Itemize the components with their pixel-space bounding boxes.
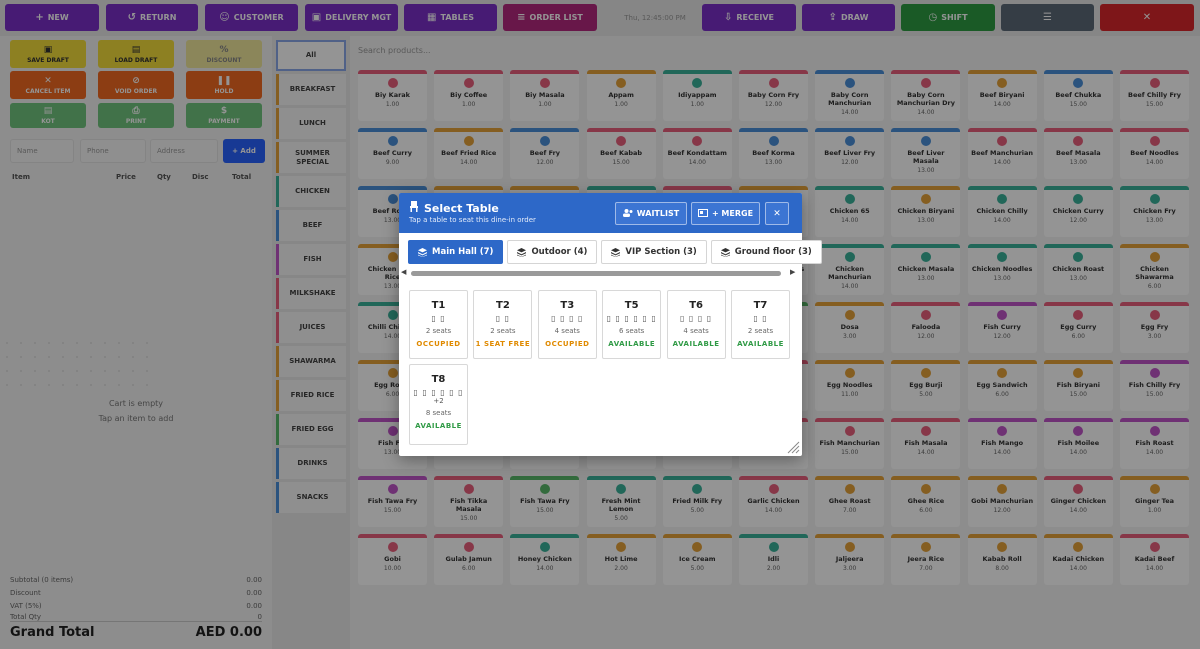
floor-tabs: Main Hall (7) Outdoor (4) VIP Section (3) G… xyxy=(408,240,822,264)
modal-subtitle: Tap a table to seat this dine-in order xyxy=(409,216,536,224)
table-card[interactable]: T8 ▯ ▯ ▯ ▯ ▯ ▯ +2 8 seats AVAILABLE xyxy=(409,364,468,445)
table-name: T8 xyxy=(431,374,446,385)
table-name: T2 xyxy=(496,300,510,311)
table-status: AVAILABLE xyxy=(672,340,720,348)
merge-icon xyxy=(697,208,708,219)
table-name: T7 xyxy=(753,300,768,311)
scroll-right-icon[interactable]: ▶ xyxy=(790,268,795,276)
floor-tab[interactable]: VIP Section (3) xyxy=(601,240,707,264)
seat-icons: ▯ ▯ ▯ ▯ ▯ ▯ xyxy=(606,314,657,323)
floor-tab[interactable]: Main Hall (7) xyxy=(408,240,504,264)
table-card[interactable]: T5 ▯ ▯ ▯ ▯ ▯ ▯ 6 seats AVAILABLE xyxy=(602,290,662,359)
seat-count: 4 seats xyxy=(554,327,580,335)
table-card[interactable]: T1 ▯ ▯ 2 seats OCCUPIED xyxy=(409,290,468,359)
layers-icon xyxy=(611,247,621,257)
seat-count: 2 seats xyxy=(747,327,774,335)
extra-seats-badge: +2 xyxy=(433,397,444,405)
seat-icons: ▯ ▯ xyxy=(495,314,511,323)
scroll-thumb[interactable] xyxy=(411,271,781,276)
seat-icons: ▯ ▯ ▯ ▯ xyxy=(679,314,713,323)
seat-count: 8 seats xyxy=(425,409,452,417)
seat-count: 6 seats xyxy=(619,327,645,335)
resize-handle-icon[interactable] xyxy=(786,440,800,454)
table-name: T5 xyxy=(624,300,639,311)
seat-count: 4 seats xyxy=(683,327,709,335)
table-status: AVAILABLE xyxy=(737,340,784,348)
table-status: AVAILABLE xyxy=(608,340,656,348)
waitlist-button[interactable]: WAITLIST xyxy=(615,202,687,225)
table-card[interactable]: T7 ▯ ▯ 2 seats AVAILABLE xyxy=(731,290,790,359)
tabs-scrollbar[interactable]: ◀ ▶ xyxy=(401,268,799,280)
select-table-modal: Select Table Tap a table to seat this di… xyxy=(399,193,822,456)
table-status: 1 SEAT FREE xyxy=(475,340,531,348)
seat-count: 2 seats xyxy=(425,327,452,335)
seat-icons: ▯ ▯ xyxy=(753,314,768,323)
modal-title: Select Table xyxy=(424,201,499,215)
table-name: T3 xyxy=(560,300,575,311)
layers-icon xyxy=(517,247,527,257)
scroll-left-icon[interactable]: ◀ xyxy=(401,268,406,276)
users-icon xyxy=(622,208,633,219)
chair-icon xyxy=(409,201,419,215)
floor-tab[interactable]: Ground floor (3) xyxy=(710,240,822,264)
table-status: OCCUPIED xyxy=(545,340,590,348)
layers-icon xyxy=(418,247,427,257)
floor-tab[interactable]: Outdoor (4) xyxy=(507,240,598,264)
table-name: T6 xyxy=(689,300,703,311)
close-icon: ✕ xyxy=(773,208,781,219)
seat-icons: ▯ ▯ xyxy=(431,314,446,323)
modal-header: Select Table Tap a table to seat this di… xyxy=(399,193,802,233)
seat-icons: ▯ ▯ ▯ ▯ ▯ ▯ xyxy=(413,388,464,397)
merge-button[interactable]: + MERGE xyxy=(691,202,760,225)
table-card[interactable]: T6 ▯ ▯ ▯ ▯ 4 seats AVAILABLE xyxy=(666,290,726,359)
table-card[interactable]: T3 ▯ ▯ ▯ ▯ 4 seats OCCUPIED xyxy=(537,290,597,359)
table-card[interactable]: T2 ▯ ▯ 2 seats 1 SEAT FREE xyxy=(473,290,533,359)
table-status: OCCUPIED xyxy=(416,340,461,348)
seat-count: 2 seats xyxy=(490,327,516,335)
table-name: T1 xyxy=(431,300,446,311)
close-modal-button[interactable]: ✕ xyxy=(765,202,789,225)
layers-icon xyxy=(720,247,730,257)
seat-icons: ▯ ▯ ▯ ▯ xyxy=(551,314,584,323)
table-status: AVAILABLE xyxy=(415,422,462,430)
